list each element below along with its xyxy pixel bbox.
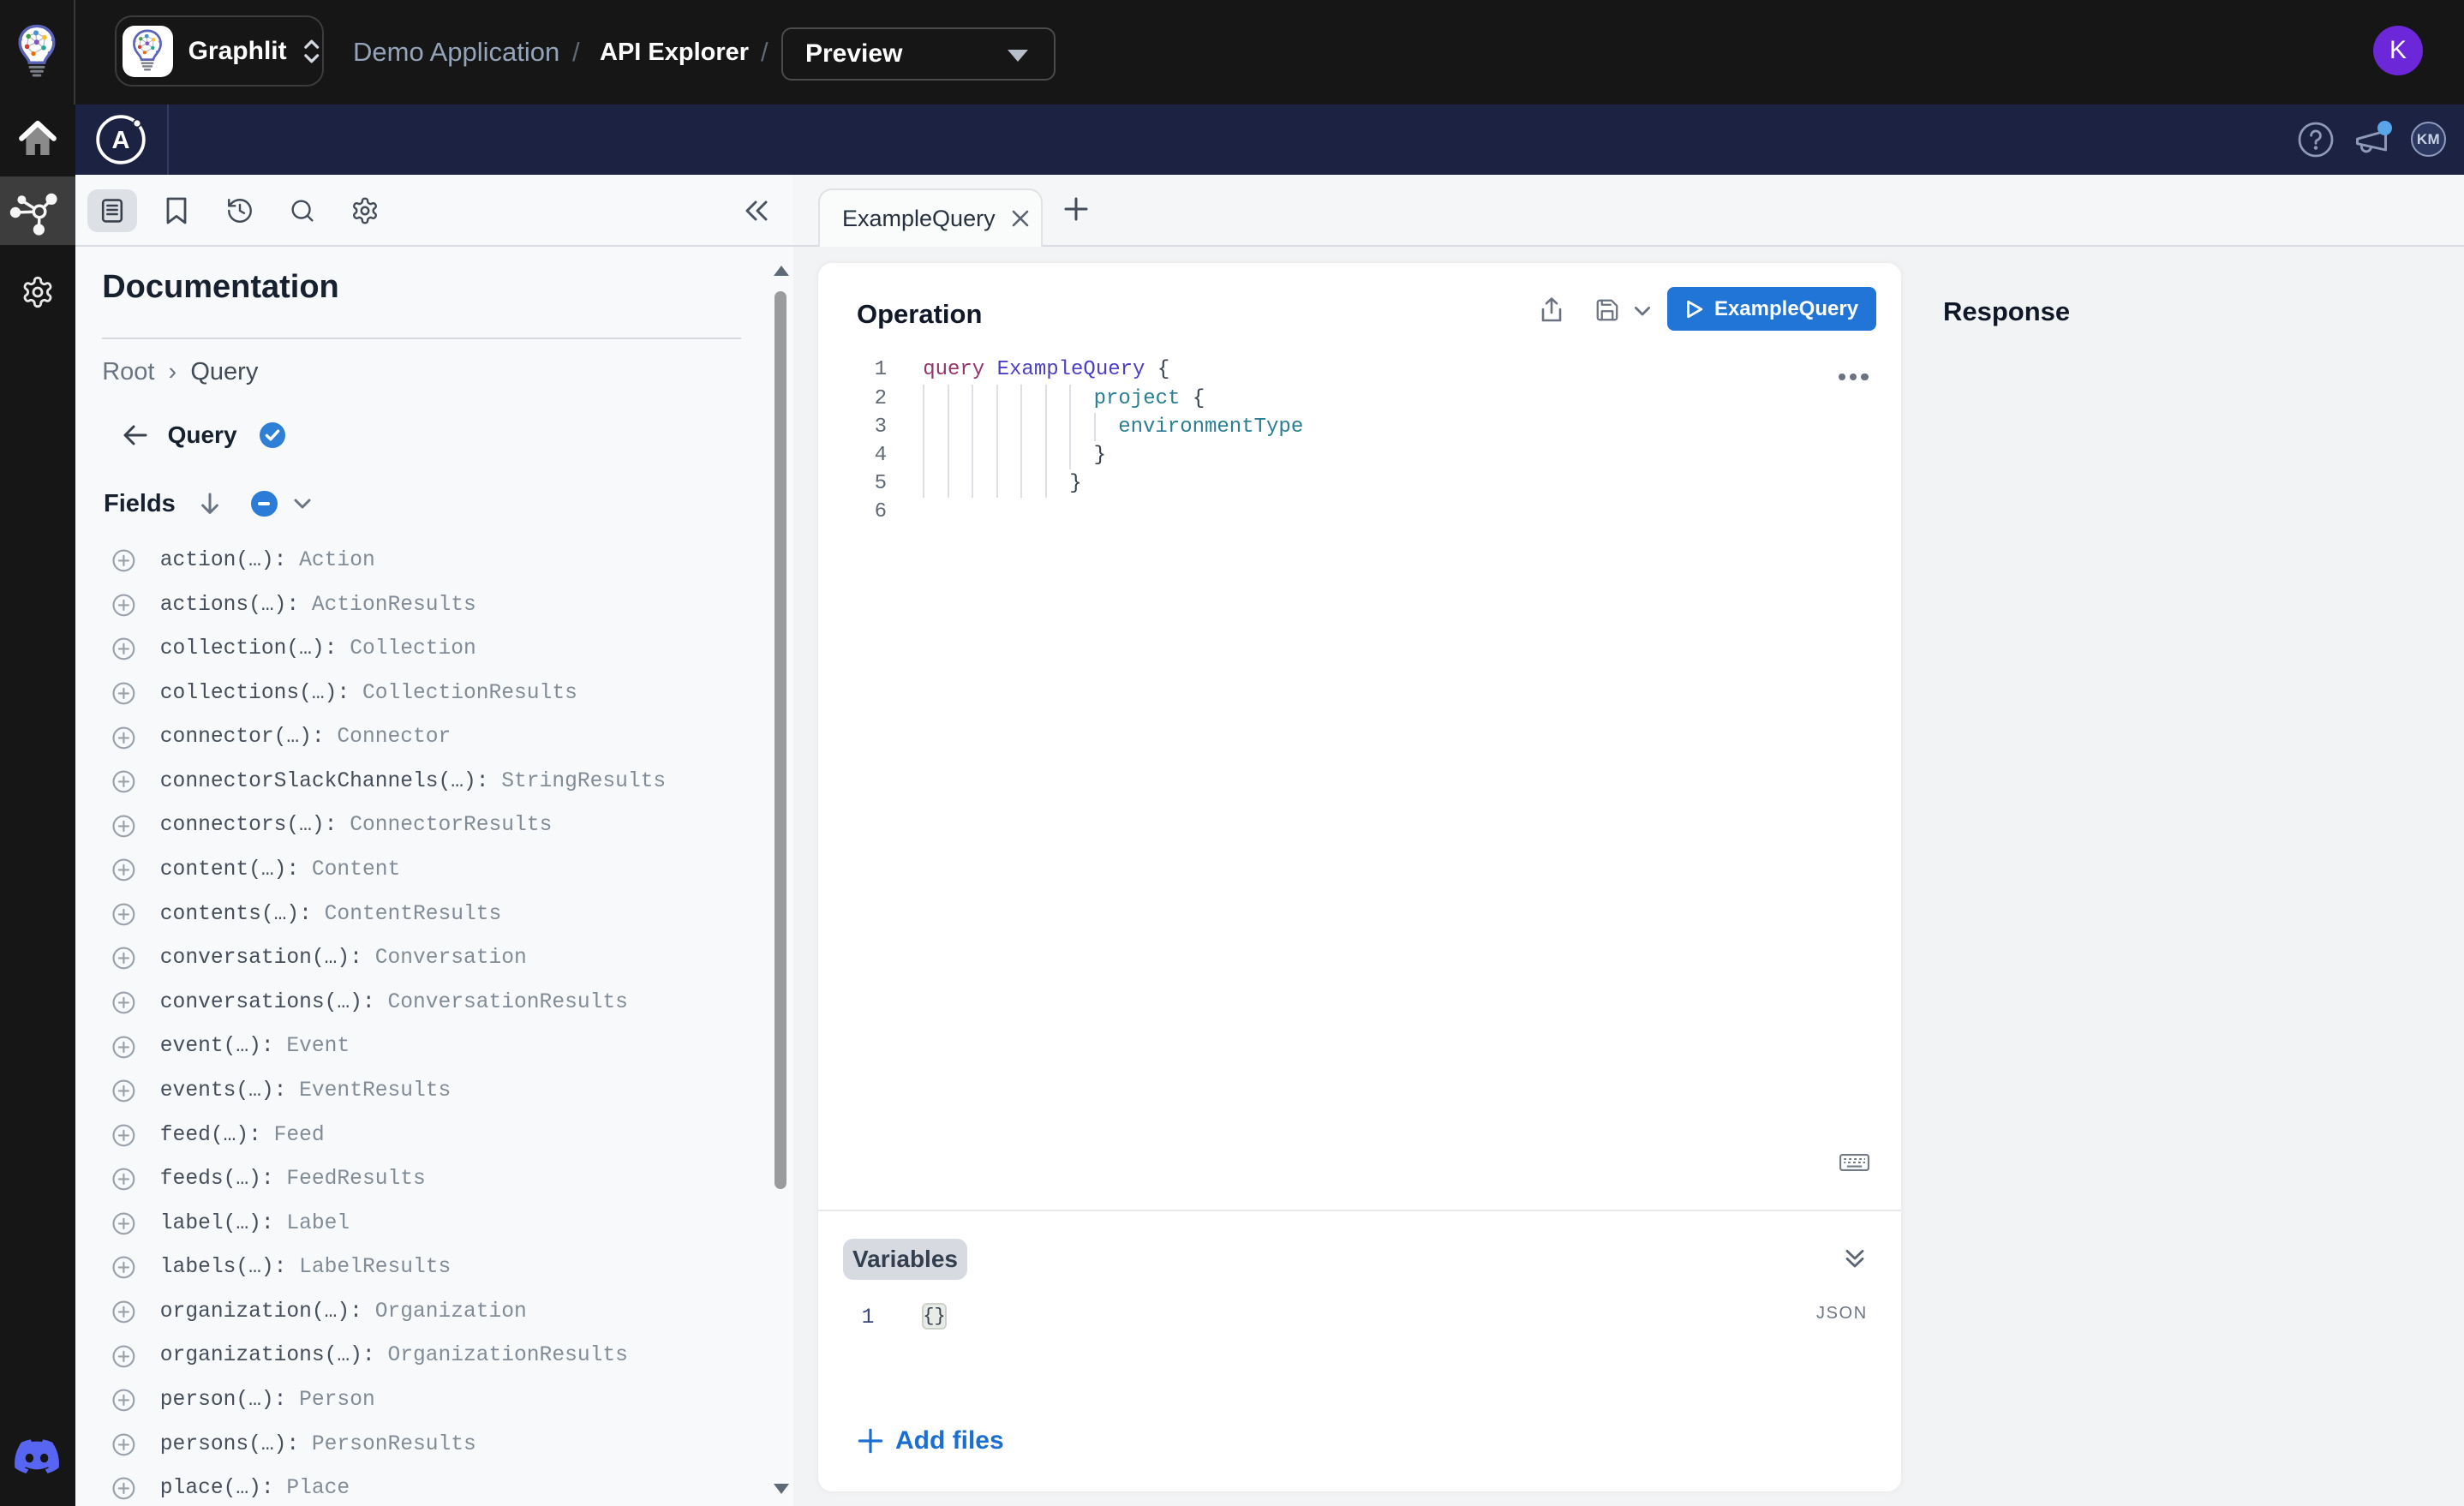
svg-text:A: A xyxy=(112,127,130,154)
